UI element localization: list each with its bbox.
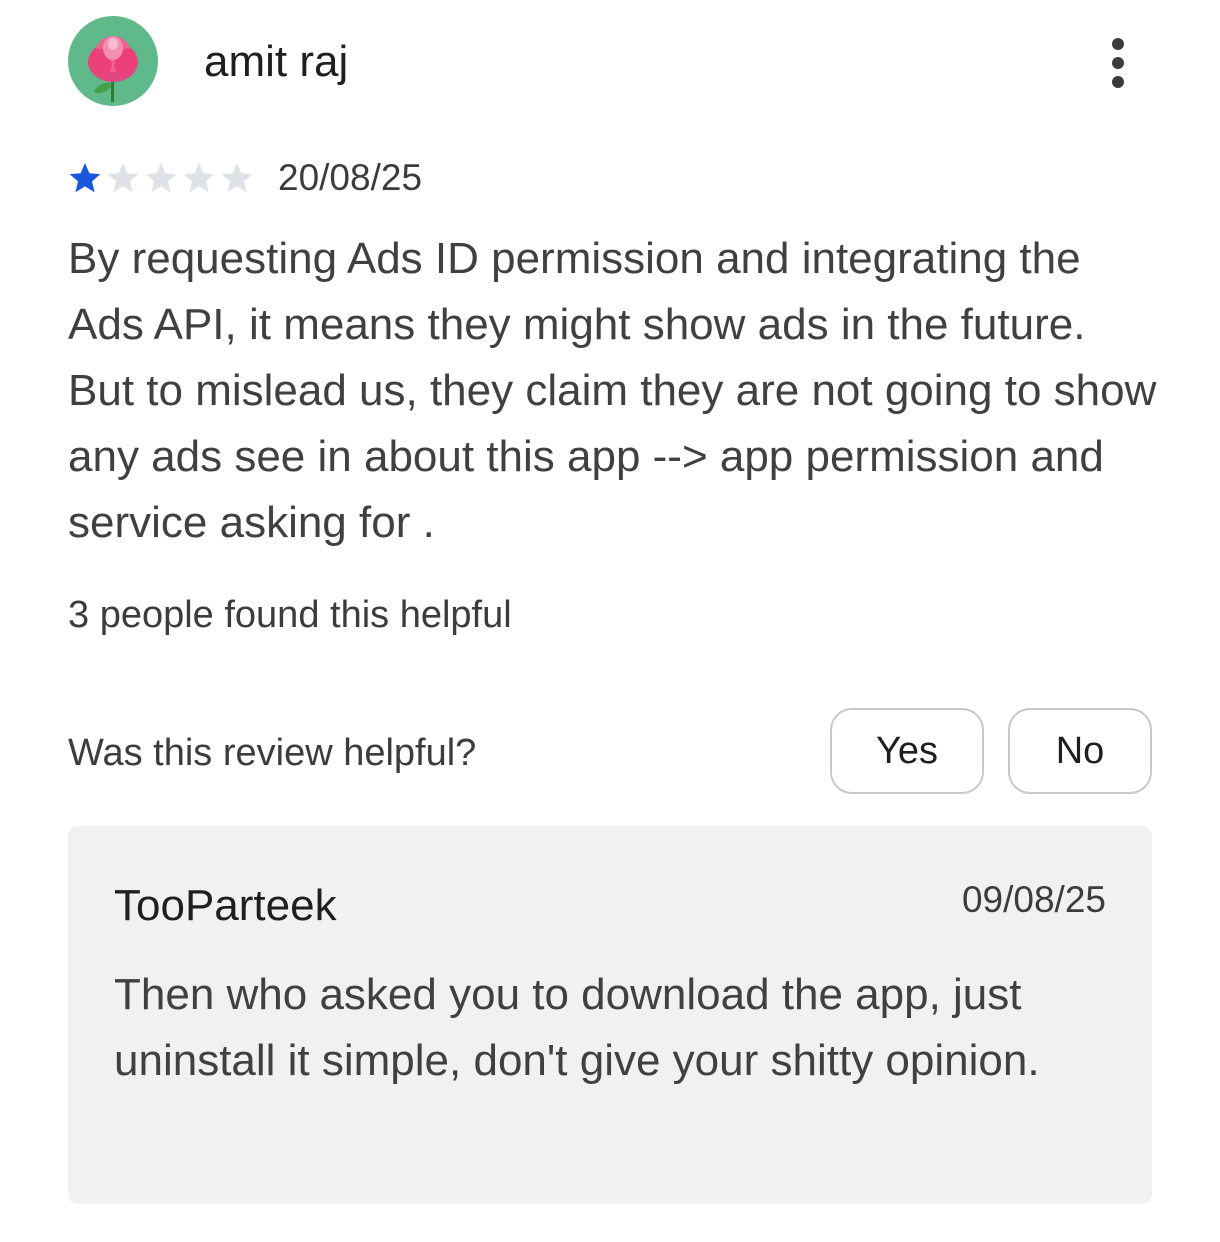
reply-date: 09/08/25 bbox=[961, 879, 1106, 920]
star-empty-icon bbox=[220, 161, 254, 195]
review-date: 20/08/25 bbox=[278, 157, 423, 198]
review-header: amit raj bbox=[68, 16, 1168, 108]
developer-reply: TooParteek 09/08/25 Then who asked you t… bbox=[68, 826, 1152, 1204]
yes-button[interactable]: Yes bbox=[830, 708, 984, 794]
helpful-question: Was this review helpful? bbox=[68, 732, 477, 774]
rating-row: 20/08/25 bbox=[68, 158, 422, 198]
lotus-flower-icon bbox=[88, 36, 138, 102]
reply-author-name: TooParteek bbox=[114, 881, 337, 930]
helpful-count: 3 people found this helpful bbox=[68, 594, 512, 636]
star-rating bbox=[68, 161, 258, 195]
review-card: amit raj 20/08/25 By requesting Ads ID p… bbox=[0, 0, 1220, 1242]
no-button[interactable]: No bbox=[1008, 708, 1152, 794]
helpful-feedback-row: Was this review helpful? Yes No bbox=[68, 706, 1152, 798]
star-empty-icon bbox=[106, 161, 140, 195]
more-options-button[interactable] bbox=[1098, 36, 1138, 92]
star-empty-icon bbox=[182, 161, 216, 195]
star-empty-icon bbox=[144, 161, 178, 195]
avatar[interactable] bbox=[68, 16, 158, 106]
reply-text: Then who asked you to download the app, … bbox=[114, 970, 1040, 1085]
review-author-name: amit raj bbox=[204, 37, 349, 86]
star-filled-icon bbox=[68, 161, 102, 195]
more-vert-icon bbox=[1112, 38, 1124, 88]
review-text: By requesting Ads ID permission and inte… bbox=[68, 234, 1157, 547]
